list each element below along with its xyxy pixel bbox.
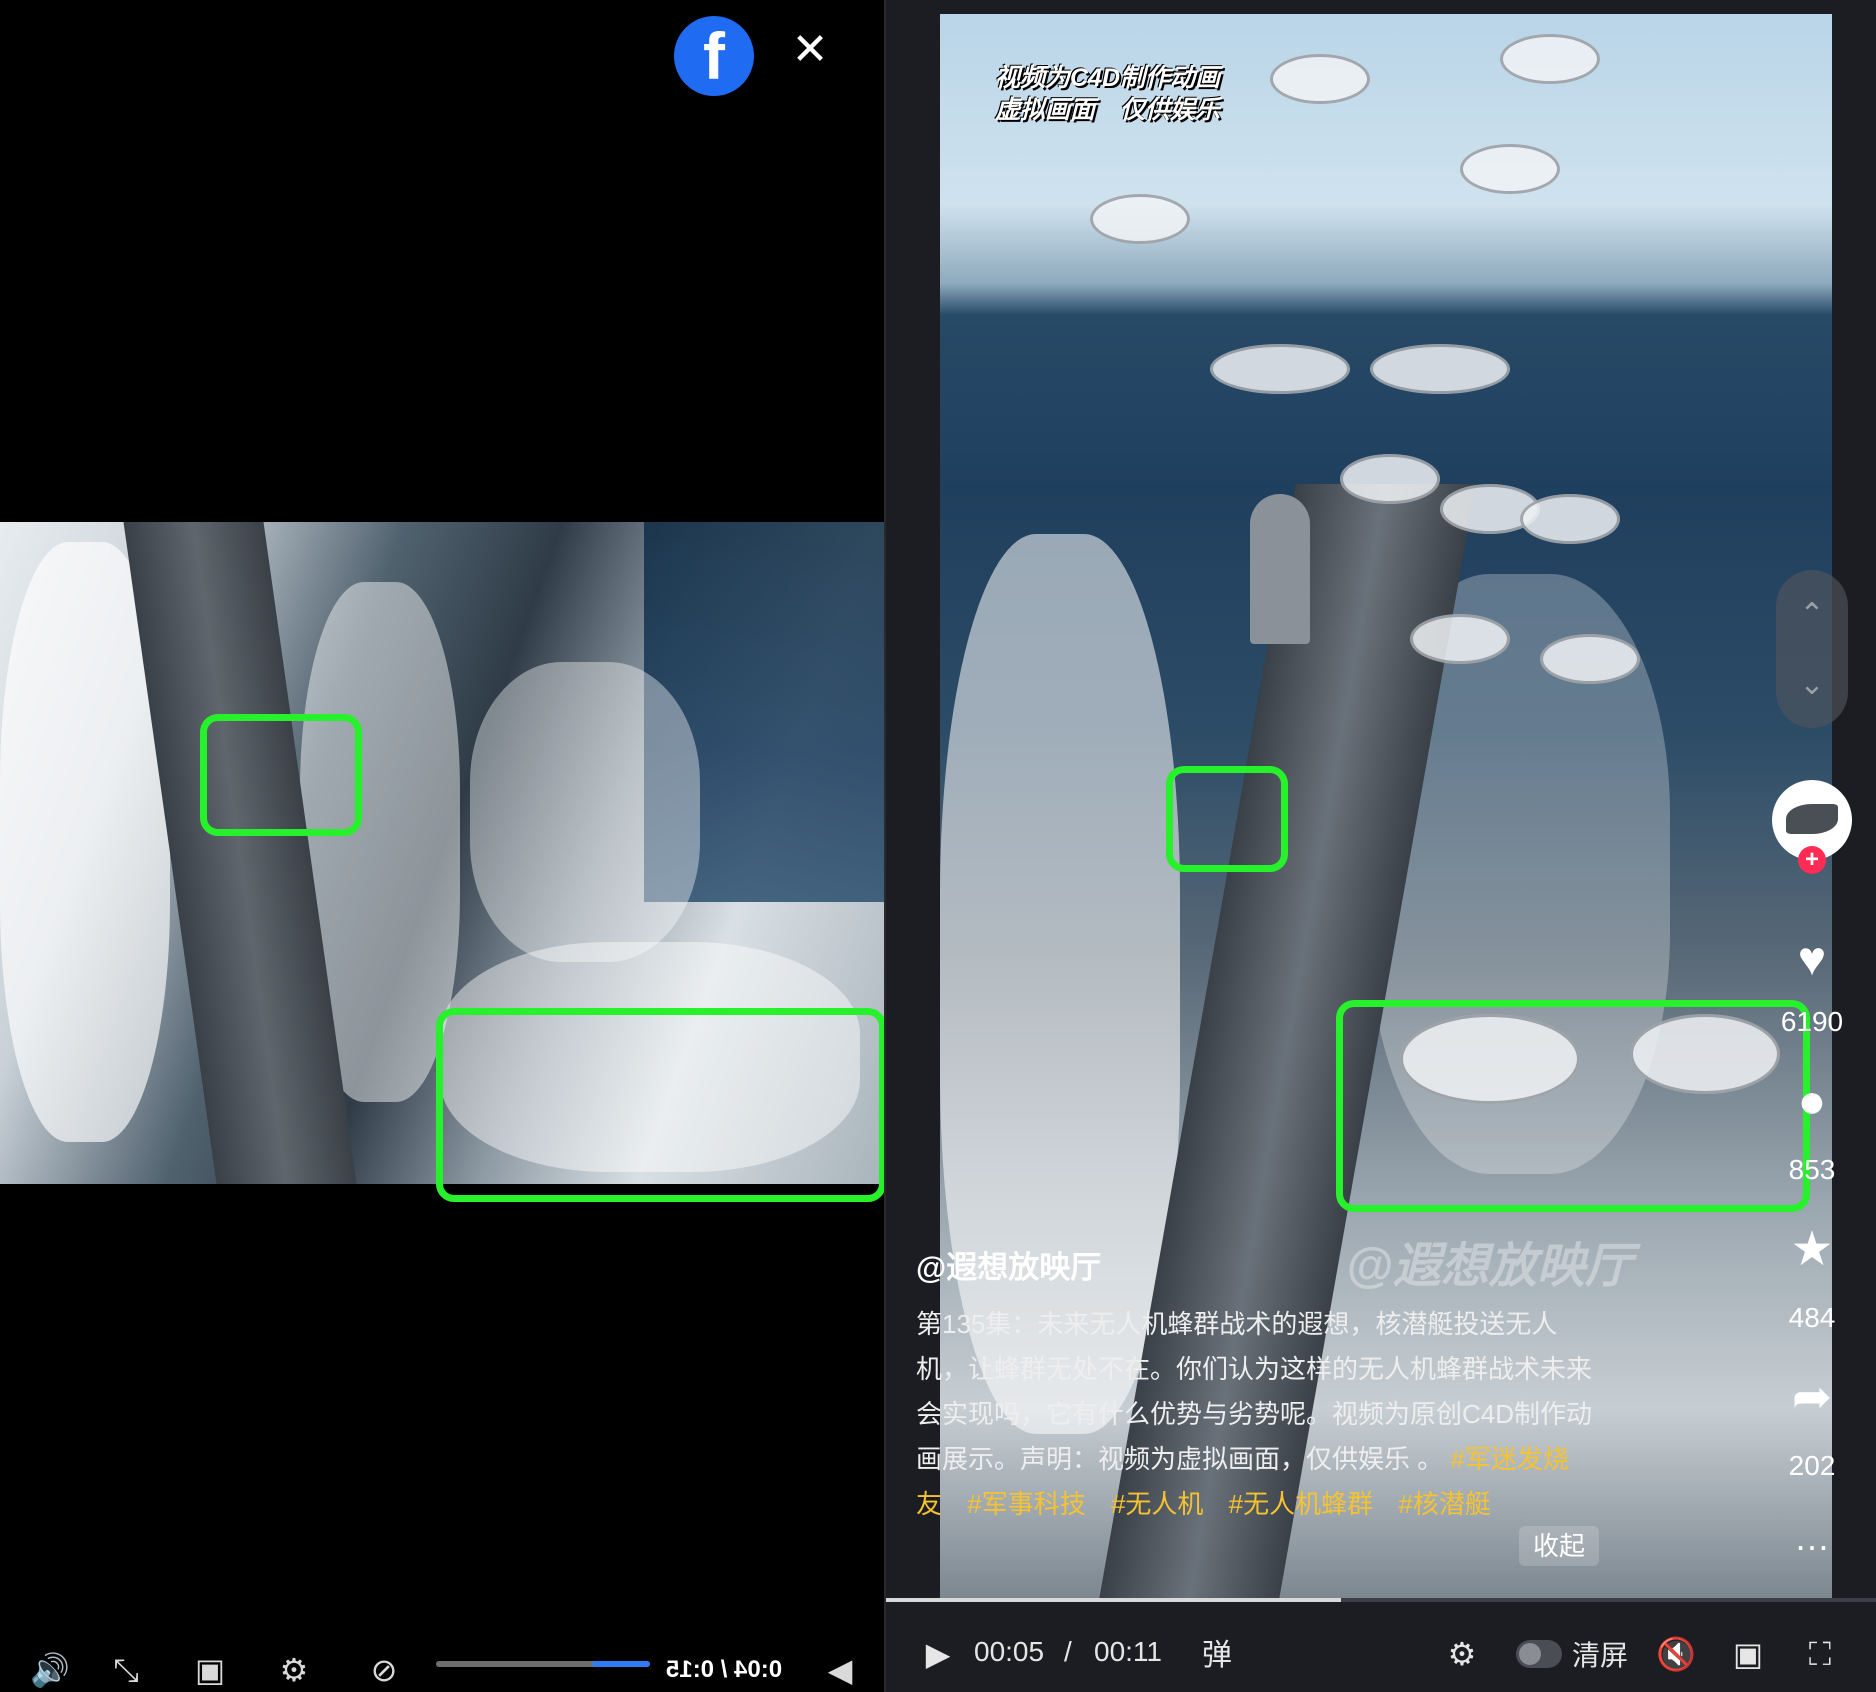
pip-icon[interactable]: ▣	[1728, 1634, 1768, 1674]
author-name[interactable]: @遐想放映厅	[916, 1242, 1101, 1287]
share-count: 202	[1788, 1450, 1836, 1481]
captions-icon[interactable]: ⊘	[364, 1650, 404, 1690]
like-count: 6190	[1780, 1006, 1844, 1037]
mute-icon[interactable]: 🔇	[1656, 1634, 1696, 1674]
play-icon[interactable]: ▶	[918, 1634, 958, 1674]
video-caption: 视频为C4D制作动画 虚拟画面 仅供娱乐	[995, 64, 1221, 124]
highlight-box-fan	[436, 1008, 884, 1202]
more-icon[interactable]: …	[1780, 1510, 1844, 1566]
left-video-player: f ✕ 🔊 ⤡ ▣ ⚙ ⊘ 0:04 / 0:15 ◀	[0, 0, 884, 1692]
fullscreen-icon[interactable]: ⛶	[1800, 1634, 1840, 1674]
total-time: 00:11	[1094, 1636, 1162, 1667]
hashtag[interactable]: #军事科技	[967, 1489, 1085, 1519]
video-description: 第135集：未来无人机蜂群战术的遐想，核潜艇投送无人机，让蜂群无处不在。你们认为…	[916, 1302, 1606, 1527]
video-watermark: @遐想放映厅	[1346, 1240, 1633, 1293]
hashtag[interactable]: #无人机	[1111, 1489, 1203, 1519]
volume-icon[interactable]: 🔊	[30, 1650, 70, 1690]
share-arrow-icon[interactable]: ➦	[1780, 1370, 1844, 1426]
current-time: 00:05	[974, 1636, 1045, 1667]
highlight-box-fan-right	[1336, 1000, 1810, 1212]
left-time-display: 0:04 / 0:15	[666, 1656, 783, 1683]
hashtag[interactable]: #无人机蜂群	[1229, 1489, 1373, 1519]
fullscreen-icon[interactable]: ⤡	[106, 1650, 146, 1690]
previous-video-icon[interactable]: ⌃	[1776, 590, 1848, 640]
follow-plus-icon[interactable]: +	[1798, 846, 1826, 874]
video-nav-pill: ⌃ ⌄	[1776, 570, 1848, 728]
pip-icon[interactable]: ▣	[190, 1650, 230, 1690]
collapse-button[interactable]: 收起	[1519, 1526, 1599, 1566]
play-icon[interactable]: ◀	[820, 1650, 860, 1690]
settings-icon[interactable]: ⚙	[274, 1650, 314, 1690]
left-progress-bar[interactable]	[436, 1661, 650, 1667]
time-separator: /	[1064, 1636, 1072, 1667]
like-heart-icon[interactable]: ♥	[1780, 932, 1844, 988]
danmaku-toggle[interactable]: 弹	[1202, 1636, 1232, 1676]
comment-count: 853	[1788, 1154, 1836, 1185]
clear-screen-toggle[interactable]	[1516, 1640, 1562, 1668]
next-video-icon[interactable]: ⌄	[1776, 660, 1848, 710]
highlight-box-deck	[200, 714, 362, 836]
facebook-logo-icon[interactable]: f	[674, 16, 754, 96]
highlight-box-deck-right	[1166, 766, 1288, 872]
comment-icon[interactable]: ●	[1780, 1074, 1844, 1130]
hashtag[interactable]: #核潜艇	[1398, 1489, 1490, 1519]
favorite-star-icon[interactable]: ★	[1780, 1222, 1844, 1278]
settings-icon[interactable]: ⚙	[1442, 1634, 1482, 1674]
clear-screen-label: 清屏	[1572, 1640, 1629, 1671]
favorite-count: 484	[1788, 1302, 1836, 1333]
close-icon[interactable]: ✕	[790, 28, 830, 72]
